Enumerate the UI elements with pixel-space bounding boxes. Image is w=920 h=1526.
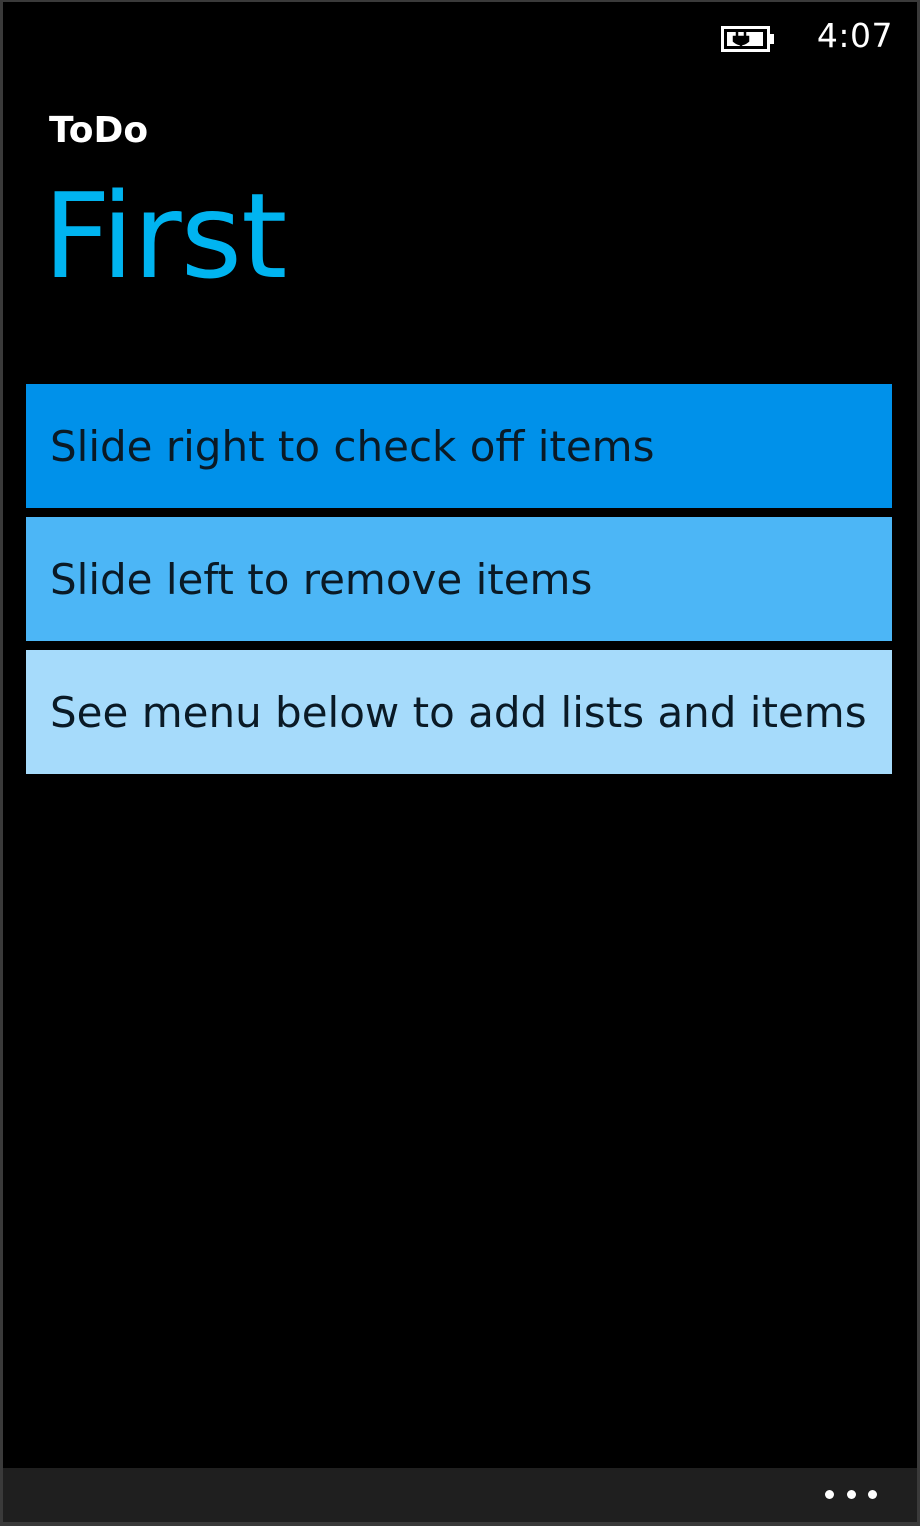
todo-item-text: Slide left to remove items (50, 554, 593, 604)
todo-item-text: Slide right to check off items (50, 421, 655, 471)
more-dots-icon[interactable] (825, 1484, 877, 1504)
todo-list: Slide right to check off items Slide lef… (26, 384, 892, 783)
status-bar: 4:07 (3, 2, 917, 72)
app-title: ToDo (49, 110, 149, 151)
page-title: First (43, 167, 287, 305)
phone-screen: 4:07 ToDo First Slide right to check off… (3, 2, 917, 1522)
application-bar (3, 1468, 917, 1522)
dot (846, 1489, 856, 1499)
battery-charging-icon (721, 26, 774, 52)
todo-item[interactable]: Slide left to remove items (26, 517, 892, 641)
todo-item[interactable]: See menu below to add lists and items (26, 650, 892, 774)
status-clock: 4:07 (816, 16, 893, 55)
todo-item-text: See menu below to add lists and items (50, 687, 867, 737)
todo-item[interactable]: Slide right to check off items (26, 384, 892, 508)
dot (868, 1489, 877, 1499)
dot (825, 1489, 834, 1499)
